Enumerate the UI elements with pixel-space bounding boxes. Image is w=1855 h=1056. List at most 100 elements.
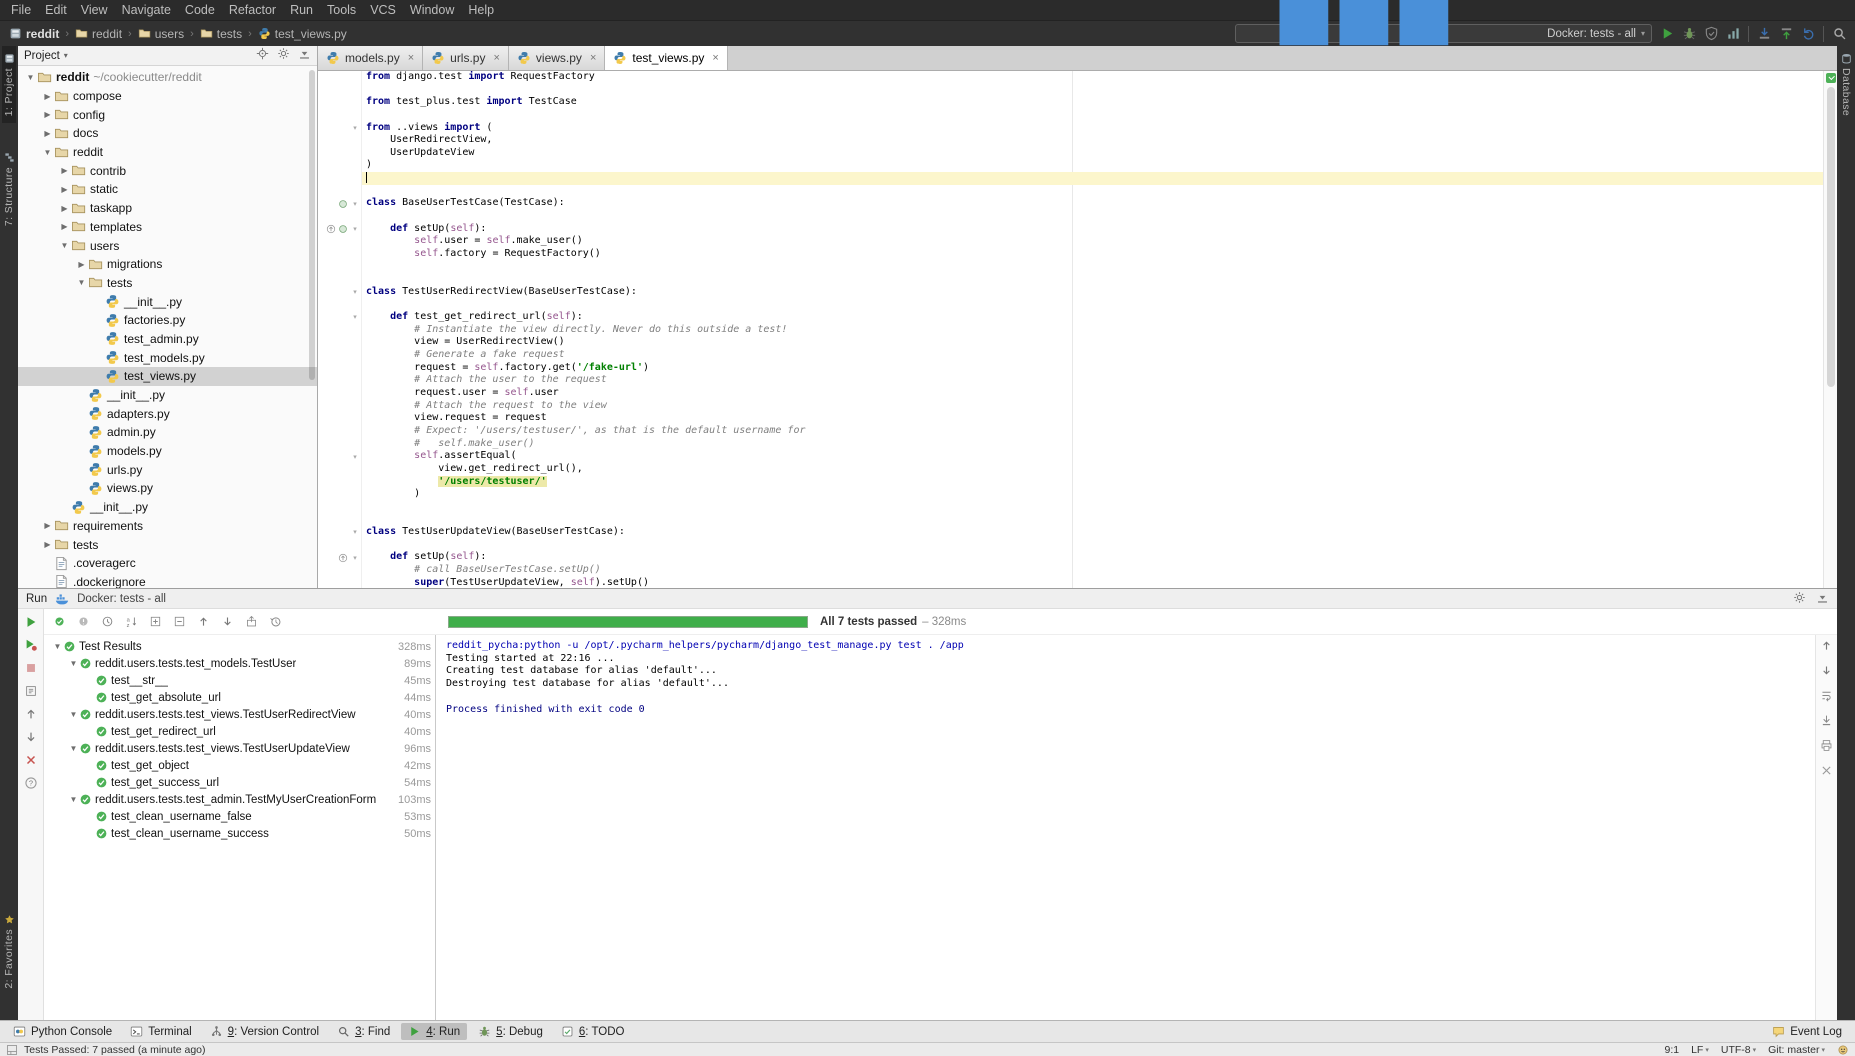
tree-expanded-arrow-icon[interactable]: ▼ [68, 659, 79, 668]
revert-changes-button[interactable] [1798, 24, 1818, 44]
menu-help[interactable]: Help [461, 0, 501, 20]
next-occurrence-button[interactable] [21, 727, 41, 747]
code-line-text[interactable]: # self.make_user() [362, 438, 1837, 451]
hide-button[interactable] [298, 47, 311, 65]
locate-button[interactable] [256, 47, 269, 65]
tool-stripe-button-7-structure[interactable]: 7: Structure [2, 145, 16, 233]
toolwindow-switcher-icon[interactable] [6, 1044, 18, 1056]
code-line-text[interactable]: # Generate a fake request [362, 349, 1837, 362]
project-tree-item-urls-py[interactable]: urls.py [18, 460, 317, 479]
show-ignored-button[interactable] [74, 613, 92, 631]
project-tree-scrollbar[interactable] [309, 70, 315, 380]
rerun-button[interactable] [21, 612, 41, 632]
expand-all-button[interactable] [146, 613, 164, 631]
commit-changes-button[interactable] [1776, 24, 1796, 44]
project-tree-item-models-py[interactable]: models.py [18, 442, 317, 461]
project-tree-item-static[interactable]: ▶static [18, 180, 317, 199]
test-node-test-results[interactable]: ▼Test Results328ms [44, 638, 435, 655]
code-line-text[interactable] [362, 185, 1837, 198]
code-line-text[interactable]: view.get_redirect_url(), [362, 463, 1837, 476]
run-configuration-selector[interactable]: Docker: tests - all ▾ [1235, 24, 1652, 43]
hide-passed-button[interactable] [50, 613, 68, 631]
code-line-text[interactable]: def setUp(self): [362, 223, 1837, 236]
menu-file[interactable]: File [4, 0, 38, 20]
breadcrumb-item-reddit[interactable]: reddit [6, 26, 62, 42]
code-line-text[interactable] [362, 84, 1837, 97]
fold-marker-icon[interactable]: ▾ [350, 528, 360, 536]
search-everywhere-button[interactable] [1829, 24, 1849, 44]
status-widget-9-1[interactable]: 9:1 [1664, 1044, 1679, 1056]
toolwindow-button-5-debug[interactable]: 5: Debug [471, 1023, 550, 1040]
tree-collapsed-arrow-icon[interactable]: ▶ [58, 204, 71, 213]
close-button[interactable] [21, 750, 41, 770]
test-node-test-get-redirect-url[interactable]: test_get_redirect_url40ms [44, 723, 435, 740]
help-button[interactable]: ? [21, 773, 41, 793]
run-button[interactable] [1657, 24, 1677, 44]
project-tree-item-migrations[interactable]: ▶migrations [18, 255, 317, 274]
tree-expanded-arrow-icon[interactable]: ▼ [75, 278, 88, 287]
code-line-text[interactable] [362, 210, 1837, 223]
tree-collapsed-arrow-icon[interactable]: ▶ [41, 521, 54, 530]
tree-collapsed-arrow-icon[interactable]: ▶ [58, 222, 71, 231]
code-line-text[interactable]: view = UserRedirectView() [362, 336, 1837, 349]
dump-threads-button[interactable] [21, 681, 41, 701]
previous-failed-test-button[interactable] [194, 613, 212, 631]
editor-scrollbar-thumb[interactable] [1827, 87, 1835, 387]
scroll-to-end-button[interactable] [1820, 714, 1833, 732]
test-node-test-clean-username-success[interactable]: test_clean_username_success50ms [44, 825, 435, 842]
menu-view[interactable]: View [74, 0, 115, 20]
test-node-test-get-object[interactable]: test_get_object42ms [44, 757, 435, 774]
tool-stripe-button-database[interactable]: Database [1839, 46, 1853, 123]
code-line-text[interactable]: from django.test import RequestFactory [362, 71, 1837, 84]
toolwindow-button-event-log[interactable]: Event Log [1765, 1023, 1849, 1040]
editor-tab-views-py[interactable]: views.py× [509, 46, 605, 70]
project-tree-item-admin-py[interactable]: admin.py [18, 423, 317, 442]
tree-collapsed-arrow-icon[interactable]: ▶ [58, 166, 71, 175]
tab-close-icon[interactable]: × [408, 52, 414, 64]
project-tree-item-contrib[interactable]: ▶contrib [18, 161, 317, 180]
code-line-text[interactable]: request = self.factory.get('/fake-url') [362, 362, 1837, 375]
code-line-text[interactable]: '/users/testuser/' [362, 476, 1837, 489]
code-line-text[interactable]: view.request = request [362, 412, 1837, 425]
debug-button[interactable] [1679, 24, 1699, 44]
code-line-text[interactable] [362, 513, 1837, 526]
toolwindow-button-6-todo[interactable]: 6: TODO [554, 1023, 632, 1040]
toolwindow-button-terminal[interactable]: Terminal [123, 1023, 198, 1040]
rerun-failed-button[interactable] [21, 635, 41, 655]
tree-collapsed-arrow-icon[interactable]: ▶ [41, 129, 54, 138]
menu-window[interactable]: Window [403, 0, 461, 20]
code-line-text[interactable]: # Attach the request to the view [362, 400, 1837, 413]
breadcrumb-item-test-views-py[interactable]: test_views.py [255, 26, 350, 42]
override-marker-icon[interactable] [338, 553, 348, 563]
project-tree-item-init-py[interactable]: __init__.py [18, 292, 317, 311]
code-line-text[interactable] [362, 109, 1837, 122]
sort-by-duration-button[interactable] [98, 613, 116, 631]
test-node-test-get-absolute-url[interactable]: test_get_absolute_url44ms [44, 689, 435, 706]
project-tree-item-taskapp[interactable]: ▶taskapp [18, 199, 317, 218]
test-history-button[interactable] [266, 613, 284, 631]
code-line-text[interactable] [362, 501, 1837, 514]
project-tree-item-users[interactable]: ▼users [18, 236, 317, 255]
test-node-reddit-users-tests-test-views-testuserupdateview[interactable]: ▼reddit.users.tests.test_views.TestUserU… [44, 740, 435, 757]
test-marker-icon[interactable] [338, 199, 348, 209]
test-node-test-get-success-url[interactable]: test_get_success_url54ms [44, 774, 435, 791]
tree-expanded-arrow-icon[interactable]: ▼ [68, 795, 79, 804]
scroll-to-top-button[interactable] [1820, 639, 1833, 657]
update-project-button[interactable] [1754, 24, 1774, 44]
sort-alphabetically-button[interactable]: az [122, 613, 140, 631]
project-tree-item-test-models-py[interactable]: test_models.py [18, 348, 317, 367]
project-tree-item-requirements[interactable]: ▶requirements [18, 517, 317, 536]
project-tree-item-adapters-py[interactable]: adapters.py [18, 404, 317, 423]
menu-tools[interactable]: Tools [320, 0, 363, 20]
run-console[interactable]: reddit_pycha:python -u /opt/.pycharm_hel… [436, 635, 1815, 1020]
project-tree-item-coveragerc[interactable]: .coveragerc [18, 554, 317, 573]
status-widget-lf[interactable]: LF▾ [1691, 1044, 1709, 1056]
test-marker-icon[interactable] [338, 224, 348, 234]
project-tree-item-test-admin-py[interactable]: test_admin.py [18, 330, 317, 349]
code-line-text[interactable]: # Attach the user to the request [362, 374, 1837, 387]
test-node-reddit-users-tests-test-models-testuser[interactable]: ▼reddit.users.tests.test_models.TestUser… [44, 655, 435, 672]
chevron-down-icon[interactable]: ▾ [64, 51, 68, 60]
code-line-text[interactable] [362, 261, 1837, 274]
code-line-text[interactable]: # Instantiate the view directly. Never d… [362, 324, 1837, 337]
breadcrumb-item-users[interactable]: users [135, 26, 187, 42]
